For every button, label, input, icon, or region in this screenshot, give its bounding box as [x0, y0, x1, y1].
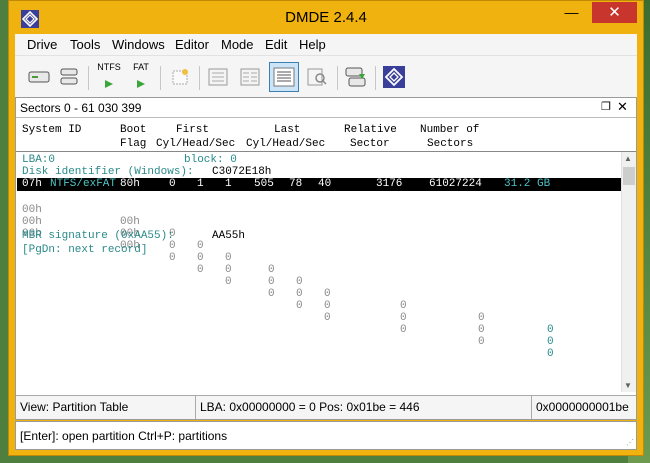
lba-label: LBA:0: [22, 154, 56, 166]
disk-identifier-value: C3072E18h: [212, 166, 272, 178]
next-record-hint[interactable]: [PgDn: next record]: [22, 244, 147, 256]
menu-windows[interactable]: Windows: [112, 37, 165, 52]
header-first-chs: Cyl/Head/Sec: [156, 138, 236, 150]
header-number-of: Number of: [420, 124, 480, 136]
partitions-button[interactable]: [57, 64, 81, 90]
menu-editor[interactable]: Editor: [175, 37, 209, 52]
partition-table-panel: Sectors 0 - 61 030 399 ❐ ✕ System ID Boo…: [15, 97, 637, 420]
mbr-signature-label: MBR signature (0xAA55):: [22, 230, 174, 242]
menu-bar: Drive Tools Windows Editor Mode Edit Hel…: [15, 34, 637, 55]
list-panel-icon: [240, 68, 260, 86]
dmde-logo-icon: [383, 66, 405, 88]
list-panel-button[interactable]: [237, 64, 263, 90]
resize-grip-icon[interactable]: ⋰: [626, 438, 634, 447]
dmde-window: DMDE 2.4.4 — ✕ Drive Tools Windows Edito…: [8, 0, 644, 456]
window-title: DMDE 2.4.4: [285, 9, 367, 26]
hint-bar: [Enter]: open partition Ctrl+P: partitio…: [15, 421, 637, 450]
copy-sectors-button[interactable]: [343, 64, 369, 90]
scan-button[interactable]: [167, 64, 193, 90]
toolbar-separator: [375, 66, 376, 90]
header-first: First: [176, 124, 210, 136]
partition-table-view-button[interactable]: [269, 62, 299, 92]
table-row[interactable]: 00h 00h 0 0 0 0 0 0 0 0 0: [16, 216, 620, 360]
fat-button[interactable]: FAT: [129, 62, 153, 90]
scan-icon: [172, 69, 188, 85]
find-button[interactable]: [304, 64, 330, 90]
toolbar-separator: [199, 66, 200, 90]
menu-drive[interactable]: Drive: [27, 37, 57, 52]
scroll-up-icon[interactable]: ▲: [624, 154, 632, 163]
partition-table-content[interactable]: LBA:0 block: 0 Disk identifier (Windows)…: [16, 152, 621, 392]
panel-restore-icon[interactable]: ❐: [601, 100, 611, 113]
fat-icon: [137, 80, 145, 88]
scroll-down-icon[interactable]: ▼: [624, 381, 632, 390]
menu-help[interactable]: Help: [299, 37, 326, 52]
title-bar[interactable]: DMDE 2.4.4 — ✕: [9, 1, 643, 34]
copy-sectors-icon: [345, 67, 366, 87]
panel-close-icon[interactable]: ✕: [617, 99, 628, 115]
header-last-chs: Cyl/Head/Sec: [246, 138, 326, 150]
vertical-scrollbar[interactable]: ▲ ▼: [621, 152, 636, 392]
panel-title: Sectors 0 - 61 030 399: [20, 101, 142, 115]
status-position: LBA: 0x00000000 = 0 Pos: 0x01be = 446: [196, 396, 532, 419]
menu-tools[interactable]: Tools: [70, 37, 100, 52]
file-panel-button[interactable]: [205, 64, 231, 90]
status-bar: View: Partition Table LBA: 0x00000000 = …: [16, 395, 636, 419]
disk-identifier-label: Disk identifier (Windows):: [22, 166, 194, 178]
mbr-signature-value: AA55h: [212, 230, 246, 242]
header-sector: Sector: [350, 138, 390, 150]
header-relative: Relative: [344, 124, 397, 136]
table-row[interactable]: 07h NTFS/exFAT 80h 0 1 1 505 78 40 3176 …: [16, 178, 620, 191]
dmde-logo-button[interactable]: [381, 64, 407, 90]
scroll-thumb[interactable]: [623, 167, 635, 185]
ntfs-button[interactable]: NTFS: [95, 62, 123, 90]
drive-icon: [28, 71, 50, 83]
ntfs-label: NTFS: [97, 62, 121, 72]
hint-text: [Enter]: open partition Ctrl+P: partitio…: [20, 429, 228, 443]
status-offset: 0x0000000001be: [536, 400, 629, 414]
file-panel-icon: [208, 68, 228, 86]
column-headers: System ID Boot First Last Relative Numbe…: [16, 120, 636, 152]
menu-mode[interactable]: Mode: [221, 37, 254, 52]
toolbar-separator: [88, 66, 89, 90]
ntfs-icon: [105, 80, 113, 88]
partitions-icon: [60, 68, 78, 85]
panel-header: Sectors 0 - 61 030 399 ❐ ✕: [16, 98, 636, 118]
header-boot: Boot: [120, 124, 147, 136]
drive-button[interactable]: [27, 64, 51, 90]
toolbar-separator: [337, 66, 338, 90]
toolbar: NTFS FAT: [15, 55, 637, 97]
header-system-id: System ID: [22, 124, 82, 136]
toolbar-separator: [160, 66, 161, 90]
minimize-button[interactable]: —: [558, 2, 585, 23]
header-flag: Flag: [120, 138, 147, 150]
header-last: Last: [274, 124, 301, 136]
block-label: block: 0: [184, 154, 237, 166]
close-button[interactable]: ✕: [592, 2, 637, 23]
partition-table-view-icon: [273, 67, 295, 87]
fat-label: FAT: [133, 62, 149, 72]
menu-edit[interactable]: Edit: [265, 37, 287, 52]
header-sectors: Sectors: [427, 138, 474, 150]
find-icon: [307, 68, 327, 86]
status-view: View: Partition Table: [16, 396, 196, 419]
